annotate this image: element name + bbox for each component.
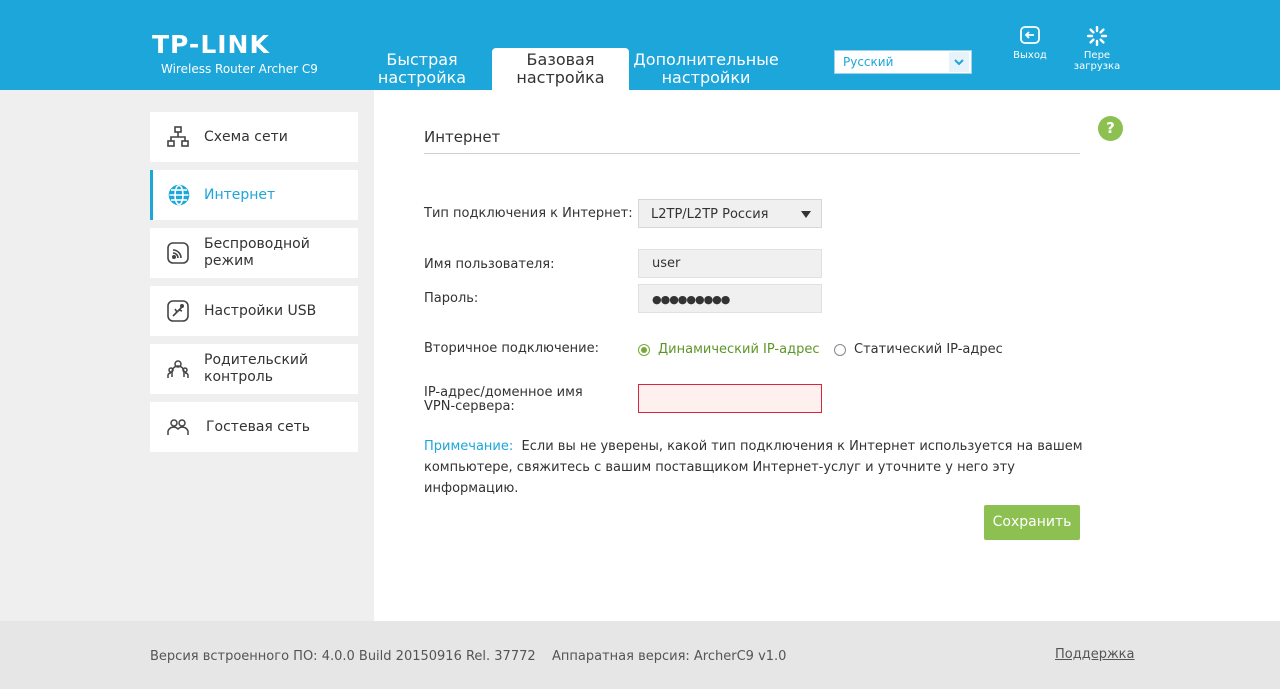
globe-icon bbox=[168, 184, 190, 206]
sidebar-item-parental-control[interactable]: Родительский контроль bbox=[150, 344, 358, 394]
guest-network-icon bbox=[167, 419, 189, 435]
sidebar-item-network-map[interactable]: Схема сети bbox=[150, 112, 358, 162]
sidebar-item-label: Схема сети bbox=[204, 128, 288, 145]
hardware-version: Аппаратная версия: ArcherC9 v1.0 bbox=[552, 649, 787, 664]
chevron-down-icon bbox=[949, 52, 969, 72]
wireless-icon bbox=[167, 242, 189, 264]
tab-quick-setup[interactable]: Быстрая настройка bbox=[372, 48, 472, 90]
caret-down-icon bbox=[801, 211, 811, 218]
tab-quick-setup-line2: настройка bbox=[377, 68, 467, 87]
vpn-server-label-line2: VPN-сервера: bbox=[424, 399, 515, 414]
reboot-label-line1: Пере bbox=[1083, 50, 1111, 61]
language-select[interactable]: Русский bbox=[834, 50, 972, 74]
sidebar: Схема сети Интернет Беспроводной режим Н… bbox=[0, 90, 374, 621]
sidebar-item-label: Настройки USB bbox=[204, 302, 317, 319]
tab-basic-setup[interactable]: Базовая настройка bbox=[492, 48, 629, 90]
network-map-icon bbox=[167, 126, 189, 147]
vpn-server-label: IP-адрес/доменное имя VPN-сервера: bbox=[424, 386, 583, 414]
tab-advanced-setup-line2: настройки bbox=[661, 68, 751, 87]
sidebar-item-usb[interactable]: Настройки USB bbox=[150, 286, 358, 336]
connection-type-value: L2TP/L2TP Россия bbox=[651, 207, 769, 222]
footer: Версия встроенного ПО: 4.0.0 Build 20150… bbox=[0, 621, 1280, 689]
header-bar: TP-LINK Wireless Router Archer C9 Быстра… bbox=[0, 0, 1280, 90]
firmware-version: Версия встроенного ПО: 4.0.0 Build 20150… bbox=[150, 649, 536, 664]
radio-unchecked-icon bbox=[834, 343, 846, 356]
username-label: Имя пользователя: bbox=[424, 257, 555, 272]
password-field[interactable]: ●●●●●●●●● bbox=[638, 284, 822, 313]
sidebar-item-label: Родительский контроль bbox=[204, 352, 309, 385]
parental-control-icon bbox=[167, 360, 189, 378]
save-button[interactable]: Сохранить bbox=[984, 505, 1080, 540]
radio-static-ip[interactable]: Статический IP-адрес bbox=[834, 342, 1003, 357]
title-divider bbox=[424, 153, 1080, 154]
reboot-button[interactable]: Пере загрузка bbox=[1070, 26, 1124, 72]
connection-type-label: Тип подключения к Интернет: bbox=[424, 206, 633, 221]
tab-basic-setup-line2: настройка bbox=[516, 68, 605, 87]
password-label: Пароль: bbox=[424, 291, 479, 306]
help-icon[interactable]: ? bbox=[1098, 116, 1123, 141]
note-body: Если вы не уверены, какой тип подключени… bbox=[424, 439, 1083, 496]
logout-button[interactable]: Выход bbox=[1008, 26, 1052, 61]
sidebar-item-label: Интернет bbox=[204, 186, 276, 203]
sidebar-item-label: Беспроводной режим bbox=[204, 236, 310, 269]
brand-logo[interactable]: TP-LINK bbox=[152, 30, 270, 59]
username-field[interactable]: user bbox=[638, 249, 822, 278]
logout-icon bbox=[1020, 26, 1040, 44]
vpn-server-label-line1: IP-адрес/доменное имя bbox=[424, 385, 583, 400]
router-model: Wireless Router Archer C9 bbox=[161, 62, 318, 76]
tab-basic-setup-line1: Базовая bbox=[526, 50, 595, 69]
note-text: Примечание: Если вы не уверены, какой ти… bbox=[424, 436, 1084, 499]
sidebar-item-internet[interactable]: Интернет bbox=[150, 170, 358, 220]
usb-icon bbox=[167, 300, 189, 322]
radio-static-ip-label: Статический IP-адрес bbox=[854, 342, 1003, 357]
radio-checked-icon bbox=[638, 343, 650, 356]
radio-dynamic-ip-label: Динамический IP-адрес bbox=[658, 342, 820, 357]
sidebar-item-guest-network[interactable]: Гостевая сеть bbox=[150, 402, 358, 452]
reboot-label-line2: загрузка bbox=[1073, 61, 1121, 72]
tab-advanced-setup-line1: Дополнительные bbox=[633, 50, 779, 69]
secondary-connection-label: Вторичное подключение: bbox=[424, 341, 599, 356]
sidebar-item-label: Гостевая сеть bbox=[206, 418, 310, 435]
language-value: Русский bbox=[843, 55, 894, 69]
vpn-server-field[interactable] bbox=[638, 384, 822, 413]
tab-quick-setup-line1: Быстрая bbox=[386, 50, 458, 69]
tab-advanced-setup[interactable]: Дополнительные настройки bbox=[630, 48, 782, 90]
support-link[interactable]: Поддержка bbox=[1055, 647, 1135, 662]
radio-dynamic-ip[interactable]: Динамический IP-адрес bbox=[638, 342, 819, 357]
connection-type-select[interactable]: L2TP/L2TP Россия bbox=[638, 199, 822, 228]
reboot-icon bbox=[1086, 26, 1108, 46]
note-label: Примечание: bbox=[424, 439, 514, 454]
page-title: Интернет bbox=[424, 128, 501, 146]
logout-label: Выход bbox=[1013, 50, 1047, 61]
sidebar-item-wireless[interactable]: Беспроводной режим bbox=[150, 228, 358, 278]
